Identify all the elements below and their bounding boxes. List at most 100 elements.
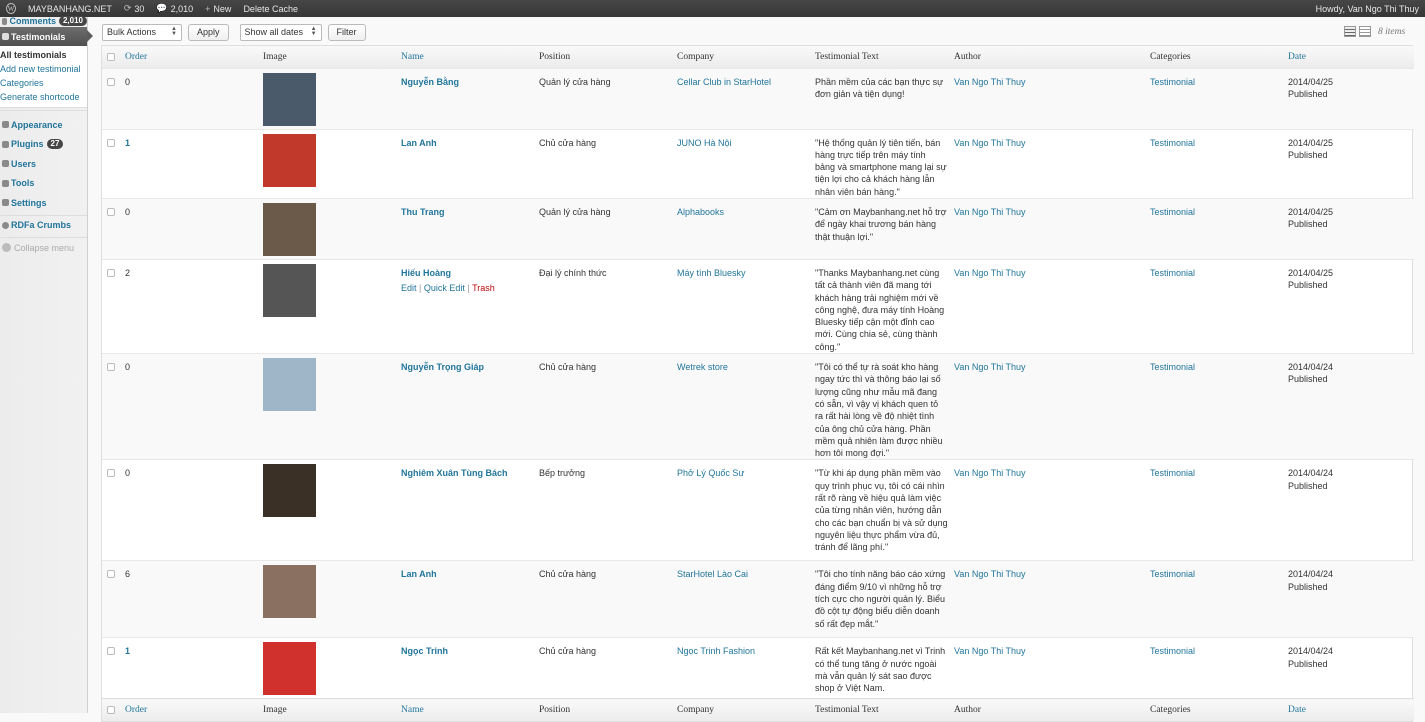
testimonial-photo[interactable] bbox=[263, 565, 316, 619]
category-link[interactable]: Testimonial bbox=[1150, 138, 1195, 148]
row-checkbox[interactable] bbox=[102, 637, 125, 699]
apply-button[interactable]: Apply bbox=[188, 23, 229, 41]
select-all-checkbox-footer[interactable] bbox=[102, 698, 125, 721]
company-link[interactable]: Phở Lý Quốc Sư bbox=[677, 468, 744, 478]
row-checkbox[interactable] bbox=[102, 459, 125, 561]
testimonial-photo[interactable] bbox=[263, 202, 316, 256]
column-order-footer[interactable]: Order bbox=[125, 698, 263, 721]
company-link[interactable]: Máy tính Bluesky bbox=[677, 268, 746, 278]
column-order[interactable]: Order bbox=[125, 46, 263, 68]
sidebar-item-settings[interactable]: Settings bbox=[0, 193, 87, 213]
testimonial-name-link[interactable]: Lan Anh bbox=[401, 138, 437, 148]
select-arrows-icon: ▲ ▼ bbox=[310, 26, 317, 37]
trash-link[interactable]: Trash bbox=[472, 283, 495, 293]
testimonial-photo[interactable] bbox=[263, 464, 316, 518]
testimonial-photo[interactable] bbox=[263, 642, 316, 696]
submenu-generate-shortcode[interactable]: Generate shortcode bbox=[0, 90, 87, 104]
submenu-categories[interactable]: Categories bbox=[0, 76, 87, 90]
author-link[interactable]: Van Ngo Thi Thuy bbox=[954, 77, 1026, 87]
category-link[interactable]: Testimonial bbox=[1150, 77, 1195, 87]
row-checkbox[interactable] bbox=[102, 197, 125, 260]
delete-cache-link[interactable]: Delete Cache bbox=[237, 0, 304, 17]
publish-status: Published bbox=[1288, 149, 1328, 160]
sidebar-item-comments[interactable]: Comments 2,010 bbox=[0, 15, 87, 27]
publish-status: Published bbox=[1288, 280, 1328, 291]
row-checkbox[interactable] bbox=[102, 353, 125, 460]
quick-edit-link[interactable]: Quick Edit bbox=[424, 283, 465, 293]
name-cell: Lan Anh bbox=[401, 128, 539, 199]
testimonial-name-link[interactable]: Thu Trang bbox=[401, 207, 445, 217]
order-value: 6 bbox=[125, 569, 131, 580]
testimonial-name-link[interactable]: Nghiêm Xuân Tùng Bách bbox=[401, 468, 508, 478]
row-checkbox[interactable] bbox=[102, 560, 125, 638]
sidebar-item-testimonials[interactable]: Testimonials bbox=[0, 27, 93, 46]
updates-link[interactable]: ⟳ 30 bbox=[118, 0, 151, 17]
author-link[interactable]: Van Ngo Thi Thuy bbox=[954, 468, 1026, 478]
testimonial-photo[interactable] bbox=[263, 72, 316, 126]
submenu-all-testimonials[interactable]: All testimonials bbox=[0, 48, 87, 62]
category-link[interactable]: Testimonial bbox=[1150, 468, 1195, 478]
author-link[interactable]: Van Ngo Thi Thuy bbox=[954, 362, 1026, 372]
category-link[interactable]: Testimonial bbox=[1150, 646, 1195, 656]
testimonial-photo[interactable] bbox=[263, 358, 316, 412]
author-link[interactable]: Van Ngo Thi Thuy bbox=[954, 646, 1026, 656]
row-checkbox[interactable] bbox=[102, 258, 125, 354]
collapse-menu-button[interactable]: Collapse menu bbox=[0, 238, 87, 258]
row-checkbox[interactable] bbox=[102, 128, 125, 199]
column-name-footer[interactable]: Name bbox=[401, 698, 539, 721]
column-date-footer[interactable]: Date bbox=[1288, 698, 1414, 721]
category-link[interactable]: Testimonial bbox=[1150, 207, 1195, 217]
list-view-icon[interactable] bbox=[1344, 26, 1356, 37]
account-menu[interactable]: Howdy, Van Ngo Thi Thuy bbox=[1310, 0, 1425, 17]
sidebar-item-appearance[interactable]: Appearance bbox=[0, 115, 87, 135]
category-link[interactable]: Testimonial bbox=[1150, 268, 1195, 278]
new-content-link[interactable]: + New bbox=[199, 0, 237, 17]
testimonial-name-link[interactable]: Lan Anh bbox=[401, 569, 437, 579]
excerpt-view-icon[interactable] bbox=[1359, 26, 1371, 37]
date-filter-select[interactable]: Show all dates ▲ ▼ bbox=[239, 23, 322, 41]
company-link[interactable]: JUNO Hà Nội bbox=[677, 138, 732, 148]
bulk-actions-select[interactable]: Bulk Actions ▲ ▼ bbox=[102, 23, 182, 41]
order-cell: 0 bbox=[125, 197, 263, 260]
items-count: 8 items bbox=[1378, 26, 1406, 37]
company-link[interactable]: Cellar Club in StarHotel bbox=[677, 77, 771, 87]
testimonial-name-link[interactable]: Nguyễn Trọng Giáp bbox=[401, 362, 484, 372]
category-link[interactable]: Testimonial bbox=[1150, 569, 1195, 579]
testimonial-name-link[interactable]: Nguyễn Bằng bbox=[401, 77, 459, 87]
company-link[interactable]: StarHotel Lào Cai bbox=[677, 569, 748, 579]
author-link[interactable]: Van Ngo Thi Thuy bbox=[954, 207, 1026, 217]
filter-button[interactable]: Filter bbox=[327, 23, 366, 41]
order-cell: 0 bbox=[125, 459, 263, 561]
column-date[interactable]: Date bbox=[1288, 46, 1414, 68]
testimonial-photo[interactable] bbox=[263, 133, 316, 187]
sidebar-item-plugins[interactable]: Plugins 27 bbox=[0, 135, 87, 155]
date-value: 2014/04/24 bbox=[1288, 468, 1334, 479]
sidebar-item-users[interactable]: Users bbox=[0, 154, 87, 174]
image-cell bbox=[263, 197, 401, 260]
plug-icon bbox=[2, 140, 9, 148]
testimonial-name-link[interactable]: Hiếu Hoàng bbox=[401, 268, 451, 278]
sidebar-item-label: RDFa Crumbs bbox=[11, 220, 72, 231]
table-row: 0 Nghiêm Xuân Tùng Bách Bếp trưởng Phở Lý Q… bbox=[102, 459, 1414, 561]
company-link[interactable]: Wetrek store bbox=[677, 362, 728, 372]
column-name[interactable]: Name bbox=[401, 46, 539, 68]
company-link[interactable]: Ngọc Trinh Fashion bbox=[677, 646, 755, 656]
testimonial-text-cell: "Thanks Maybanhang.net cùng tất cả thành… bbox=[815, 258, 954, 354]
submenu-add-new[interactable]: Add new testimonial bbox=[0, 62, 87, 76]
category-link[interactable]: Testimonial bbox=[1150, 362, 1195, 372]
company-link[interactable]: Alphabooks bbox=[677, 207, 724, 217]
sidebar-item-tools[interactable]: Tools bbox=[0, 174, 87, 194]
testimonial-photo[interactable] bbox=[263, 263, 316, 317]
select-all-checkbox[interactable] bbox=[102, 46, 125, 68]
author-link[interactable]: Van Ngo Thi Thuy bbox=[954, 569, 1026, 579]
comments-link[interactable]: 💬 2,010 bbox=[150, 0, 199, 17]
author-link[interactable]: Van Ngo Thi Thuy bbox=[954, 268, 1026, 278]
edit-link[interactable]: Edit bbox=[401, 283, 417, 293]
admin-sidebar: Comments 2,010 Testimonials All testimon… bbox=[0, 15, 93, 713]
date-value: 2014/04/25 bbox=[1288, 76, 1334, 87]
sidebar-item-rdfa-crumbs[interactable]: RDFa Crumbs bbox=[0, 216, 87, 236]
row-checkbox[interactable] bbox=[102, 67, 125, 129]
testimonial-name-link[interactable]: Ngọc Trinh bbox=[401, 646, 448, 656]
author-link[interactable]: Van Ngo Thi Thuy bbox=[954, 138, 1026, 148]
date-cell: 2014/04/24 Published bbox=[1288, 353, 1414, 460]
